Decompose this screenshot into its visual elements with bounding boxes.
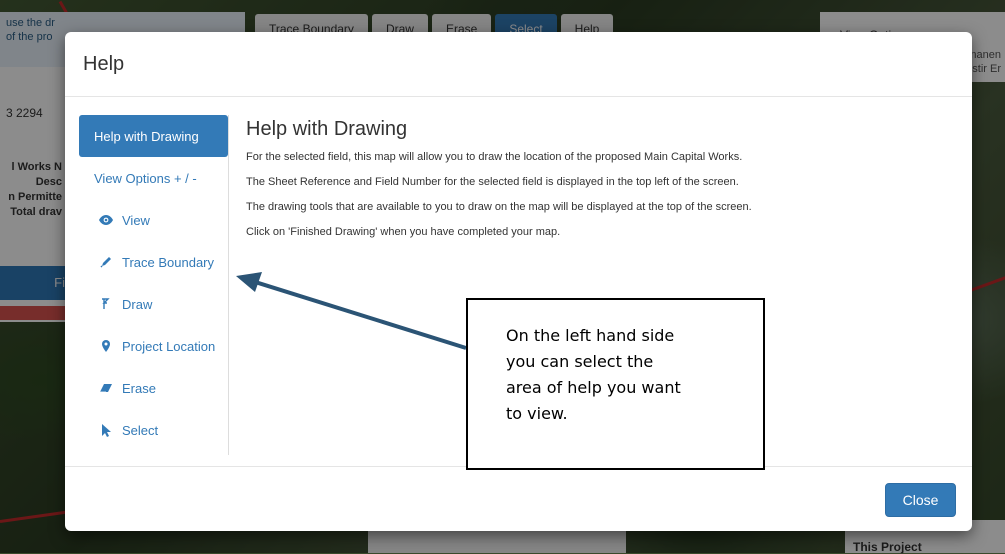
nav-trace-boundary[interactable]: Trace Boundary [79,241,228,283]
modal-footer: Close [65,466,972,531]
nav-erase[interactable]: Erase [79,367,228,409]
modal-header: Help [65,32,972,97]
content-paragraph: The Sheet Reference and Field Number for… [246,176,739,188]
nav-help-with-drawing[interactable]: Help with Drawing [79,115,228,157]
help-nav: Help with Drawing View Options + / - Vie… [79,115,229,455]
nav-label: Project Location [122,338,216,354]
callout-line: you can select the [506,352,654,371]
content-paragraph: The drawing tools that are available to … [246,201,752,213]
nav-label: View Options + / - [94,170,197,186]
eraser-icon [96,383,116,393]
annotation-callout: On the left hand side you can select the… [466,298,765,470]
callout-line: to view. [506,404,568,423]
cursor-icon [96,423,116,437]
callout-line: area of help you want [506,378,681,397]
map-marker-icon [96,339,116,353]
nav-label: Help with Drawing [94,128,199,144]
nav-label: View [122,212,150,228]
help-content: Help with Drawing For the selected field… [246,118,946,251]
nav-project-location[interactable]: Project Location [79,325,228,367]
modal-title: Help [83,52,125,75]
pencil-icon [96,256,116,268]
nav-select[interactable]: Select [79,409,228,451]
nav-label: Select [122,422,159,438]
close-button[interactable]: Close [885,483,956,517]
nav-label: Draw [122,296,153,312]
nav-label: Trace Boundary [122,254,215,270]
content-paragraph: For the selected field, this map will al… [246,151,743,163]
content-heading: Help with Drawing [246,118,408,140]
nav-label: Erase [122,380,156,396]
nav-draw[interactable]: Draw [79,283,228,325]
nav-view-options[interactable]: View Options + / - [79,157,228,199]
eye-icon [96,215,116,225]
draw-icon [96,298,116,310]
callout-line: On the left hand side [506,326,675,345]
content-paragraph: Click on 'Finished Drawing' when you hav… [246,226,561,238]
nav-view[interactable]: View [79,199,228,241]
